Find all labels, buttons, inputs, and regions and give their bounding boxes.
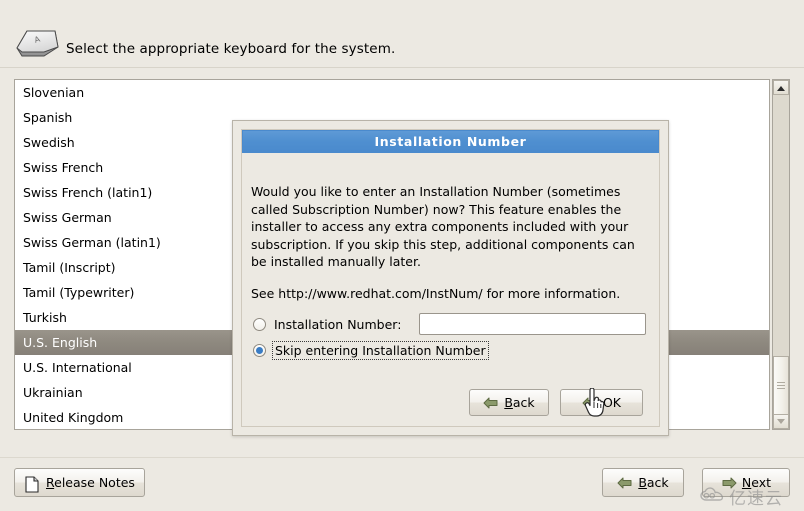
radio-skip-installation-number[interactable]: Skip entering Installation Number	[253, 341, 489, 360]
dialog-more-info-text: See http://www.redhat.com/InstNum/ for m…	[251, 286, 621, 301]
installation-number-dialog: Installation Number Would you like to en…	[232, 120, 669, 436]
scroll-up-arrow-icon[interactable]	[773, 80, 789, 95]
dialog-ok-button-label: OK	[602, 395, 622, 410]
scrollbar-thumb[interactable]	[773, 356, 789, 416]
dialog-inner-frame	[241, 129, 660, 427]
left-arrow-icon	[617, 476, 633, 490]
radio-button-unchecked-icon[interactable]	[253, 318, 266, 331]
radio-button-checked-icon[interactable]	[253, 344, 266, 357]
scroll-down-arrow-icon[interactable]	[773, 414, 789, 429]
dialog-title: Installation Number	[374, 134, 527, 149]
cloud-icon	[700, 487, 724, 506]
release-notes-button-label: Release Notes	[46, 475, 135, 490]
left-arrow-icon	[483, 396, 499, 410]
left-arrow-icon	[582, 396, 598, 410]
radio-installation-number[interactable]: Installation Number:	[253, 317, 401, 332]
list-scrollbar[interactable]	[772, 79, 790, 430]
dialog-ok-button[interactable]: OK	[560, 389, 643, 416]
page-header: A Select the appropriate keyboard for th…	[0, 0, 804, 68]
scrollbar-grip-icon	[777, 382, 785, 390]
document-icon	[25, 475, 41, 493]
dialog-titlebar: Installation Number	[242, 130, 659, 153]
back-button-label: Back	[638, 475, 669, 490]
list-item[interactable]: Slovenian	[15, 80, 769, 105]
dialog-back-button[interactable]: Back	[469, 389, 549, 416]
keyboard-key-icon: A	[14, 27, 60, 60]
dialog-body-text: Would you like to enter an Installation …	[251, 184, 635, 269]
back-button[interactable]: Back	[602, 468, 684, 497]
radio-installation-number-label[interactable]: Installation Number:	[274, 317, 401, 332]
watermark-text: 亿速云	[729, 489, 783, 509]
watermark: 亿速云	[700, 484, 783, 509]
dialog-back-button-label: Back	[504, 395, 535, 410]
installation-number-input[interactable]	[419, 313, 646, 335]
radio-skip-label[interactable]: Skip entering Installation Number	[272, 341, 489, 360]
release-notes-button[interactable]: Release Notes	[14, 468, 145, 497]
page-title: Select the appropriate keyboard for the …	[66, 41, 396, 57]
footer-divider	[0, 457, 804, 458]
